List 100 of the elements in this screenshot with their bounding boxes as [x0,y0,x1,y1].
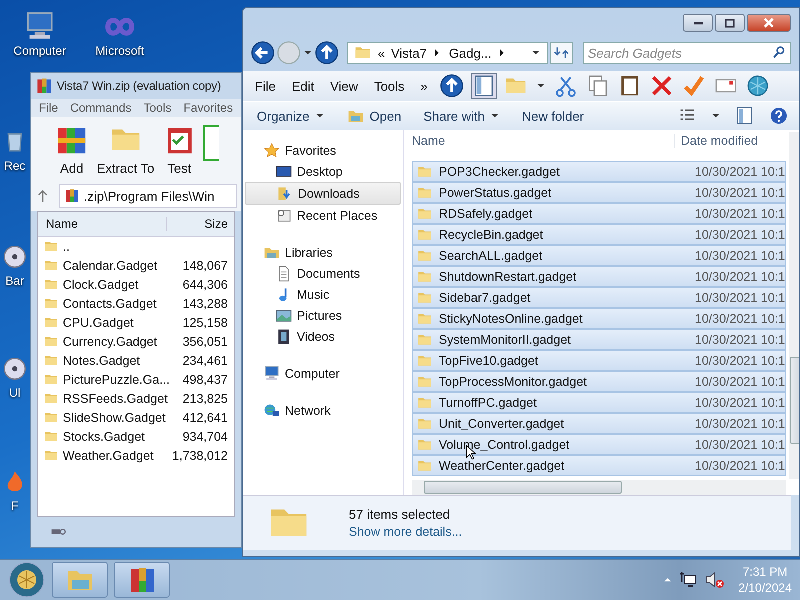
folder-icon [44,353,59,368]
file-row[interactable]: SearchALL.gadget 10/30/2021 10:1 [412,245,786,266]
file-row[interactable]: RDSafely.gadget 10/30/2021 10:1 [412,203,786,224]
up-icon[interactable] [315,41,339,65]
search-icon[interactable] [771,45,787,61]
scrollbar[interactable] [412,480,786,495]
column-header[interactable]: Name [38,217,167,231]
scrollbar-thumb[interactable] [424,481,622,494]
file-name[interactable]: .. [63,240,181,254]
file-row[interactable]: TopProcessMonitor.gadget 10/30/2021 10:1 [412,371,786,392]
breadcrumb-item[interactable]: Gadg... [449,46,492,60]
menu-item[interactable]: Favorites [184,101,234,115]
menu-item[interactable]: Edit [288,78,318,94]
desktop-icon-label[interactable]: Bar [6,274,24,288]
desktop-icon-label[interactable]: Microsoft [96,44,144,58]
menu-item[interactable]: View [326,78,362,94]
maximize-button[interactable] [715,14,745,32]
file-name[interactable]: PicturePuzzle.Ga... [63,372,179,386]
taskbar-button[interactable] [114,562,170,598]
file-name[interactable]: Contacts.Gadget [63,296,179,310]
nav-group[interactable]: Computer [243,363,403,384]
nav-item[interactable]: Downloads [245,182,401,205]
desktop-icon-label[interactable]: F [11,499,19,513]
folder-icon [44,258,59,273]
command-button[interactable]: Organize [253,106,329,126]
file-size: 1,738,012 [172,448,228,462]
file-row[interactable]: WeatherCenter.gadget 10/30/2021 10:1 [412,455,786,476]
menu-item[interactable]: File [251,78,280,94]
file-name[interactable]: RSSFeeds.Gadget [63,392,179,406]
up-icon[interactable] [440,74,464,98]
command-button[interactable]: New folder [518,106,588,126]
details-link[interactable]: Show more details... [349,525,462,539]
file-row[interactable]: POP3Checker.gadget 10/30/2021 10:1 [412,161,786,182]
toolbar-button[interactable]: Extract To [95,121,157,179]
file-name[interactable]: CPU.Gadget [63,316,179,330]
address-bar[interactable]: « Vista7 Gadg... [347,42,548,64]
close-button[interactable] [747,14,791,32]
nav-item[interactable]: Music [245,284,401,305]
file-row[interactable]: Sidebar7.gadget 10/30/2021 10:1 [412,287,786,308]
nav-item[interactable]: Recent Places [245,205,401,226]
file-row[interactable]: SystemMonitorII.gadget 10/30/2021 10:1 [412,329,786,350]
nav-item[interactable]: Pictures [245,305,401,326]
file-row[interactable]: Unit_Converter.gadget 10/30/2021 10:1 [412,413,786,434]
path-field[interactable]: .zip\Program Files\Win [59,184,237,208]
nav-item[interactable]: Documents [245,263,401,284]
desktop-icon-label[interactable]: Ul [9,386,21,400]
network-icon[interactable] [678,570,699,590]
file-row[interactable]: RecycleBin.gadget 10/30/2021 10:1 [412,224,786,245]
checkmark-icon[interactable] [682,74,706,98]
nav-group[interactable]: Network [243,400,403,421]
desktop-icon-label[interactable]: Rec [4,159,26,173]
help-icon[interactable] [769,106,789,126]
pane-icon[interactable] [735,106,755,126]
file-row[interactable]: TurnoffPC.gadget 10/30/2021 10:1 [412,392,786,413]
search-field[interactable]: Search Gadgets [583,42,791,64]
command-button[interactable]: Open [342,105,406,127]
back-icon[interactable] [251,41,275,65]
file-row[interactable]: StickyNotesOnline.gadget 10/30/2021 10:1 [412,308,786,329]
shell-icon[interactable] [746,74,770,98]
menu-item[interactable]: » [416,78,432,94]
menu-item[interactable]: Commands [70,101,132,115]
monitor-icon [263,364,281,382]
minimize-button[interactable] [683,14,713,32]
file-name[interactable]: Stocks.Gadget [63,430,179,444]
nav-group[interactable]: Libraries [243,242,403,263]
column-header[interactable]: Date modified [675,134,758,148]
file-name[interactable]: Currency.Gadget [63,334,179,348]
folder-icon [44,315,59,330]
menu-item[interactable]: Tools [370,78,409,94]
menu-item[interactable]: File [39,101,58,115]
file-size: 234,461 [182,354,228,368]
toolbar-button[interactable]: Add [53,121,91,179]
column-header[interactable]: Size [167,217,228,231]
desktop-icon-label[interactable]: Computer [14,44,66,58]
file-name[interactable]: Weather.Gadget [63,448,168,462]
scissors-icon[interactable] [554,74,578,98]
file-name[interactable]: SlideShow.Gadget [63,410,179,424]
file-row[interactable]: Volume_Control.gadget 10/30/2021 10:1 [412,434,786,455]
cross-icon[interactable] [650,74,674,98]
file-name[interactable]: Calendar.Gadget [63,258,179,272]
file-row[interactable]: TopFive10.gadget 10/30/2021 10:1 [412,350,786,371]
start-orb-icon[interactable] [8,561,46,599]
breadcrumb-item[interactable]: Vista7 [391,46,428,60]
command-button[interactable]: Share with [420,106,504,126]
folder-icon [44,239,59,254]
breadcrumb-item[interactable]: « [378,46,386,60]
toolbar-button[interactable]: Test [160,121,199,179]
file-name[interactable]: Clock.Gadget [63,278,179,292]
pane-icon[interactable] [472,74,496,98]
file-row[interactable]: ShutdownRestart.gadget 10/30/2021 10:1 [412,266,786,287]
column-header[interactable]: Name [412,134,675,148]
nav-group[interactable]: Favorites [243,140,403,161]
nav-item[interactable]: Videos [245,326,401,347]
menu-item[interactable]: Tools [144,101,172,115]
nav-item[interactable]: Desktop [245,161,401,182]
maximize-icon [725,18,735,28]
file-name[interactable]: Notes.Gadget [63,354,179,368]
refresh-button[interactable] [550,42,573,64]
muted-speaker-icon[interactable] [704,570,725,590]
file-row[interactable]: PowerStatus.gadget 10/30/2021 10:1 [412,182,786,203]
